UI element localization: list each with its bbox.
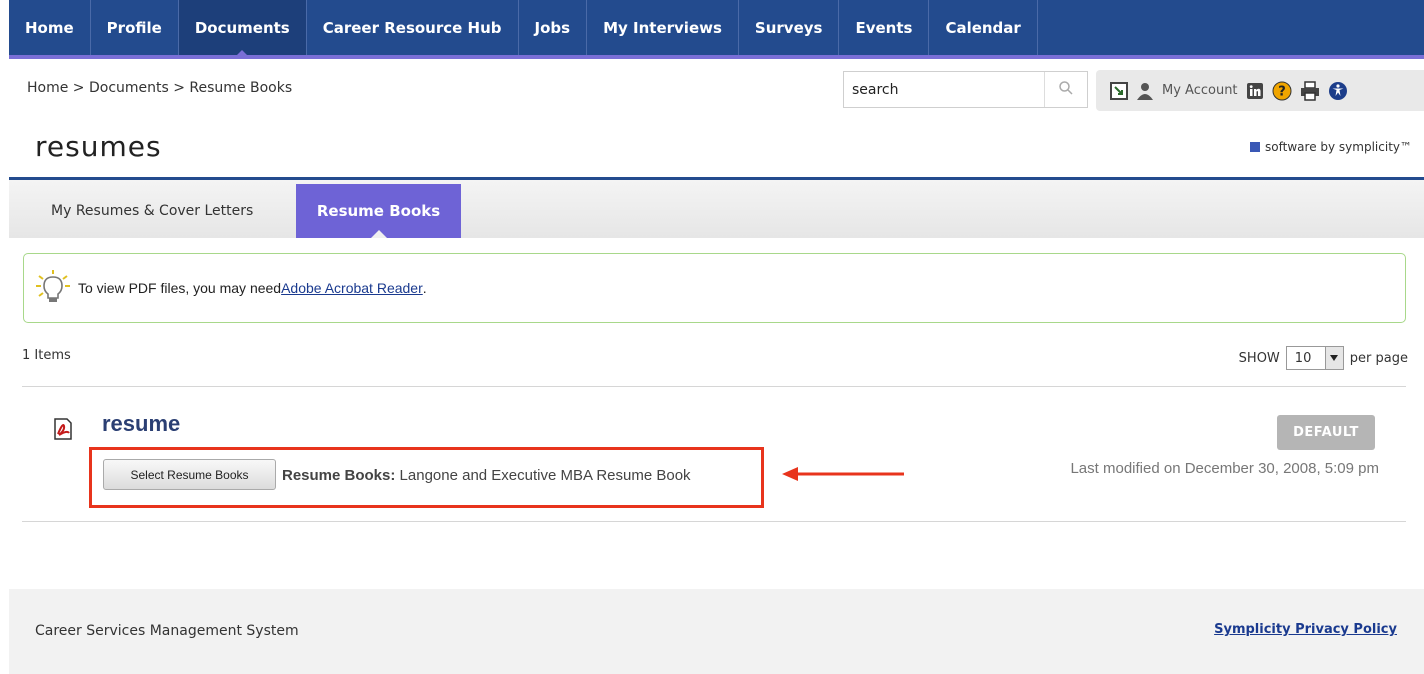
- tab-bar: My Resumes & Cover Letters Resume Books: [9, 180, 1424, 238]
- nav-events[interactable]: Events: [839, 0, 930, 55]
- per-page-label: per page: [1349, 350, 1408, 366]
- items-count: 1 Items: [22, 348, 71, 363]
- nav-jobs[interactable]: Jobs: [519, 0, 588, 55]
- nav-surveys[interactable]: Surveys: [739, 0, 840, 55]
- nav-career-resource-hub[interactable]: Career Resource Hub: [307, 0, 519, 55]
- footer-system-name: Career Services Management System: [35, 623, 299, 639]
- annotation-highlight-box: [89, 447, 764, 508]
- page-title: resumes: [35, 130, 162, 163]
- tab-my-resumes-cover-letters[interactable]: My Resumes & Cover Letters: [35, 184, 269, 238]
- accessibility-icon[interactable]: [1328, 81, 1348, 101]
- brand-square-icon: [1250, 142, 1261, 152]
- nav-home[interactable]: Home: [9, 0, 91, 55]
- nav-profile[interactable]: Profile: [91, 0, 179, 55]
- svg-text:?: ?: [1278, 84, 1286, 99]
- import-icon[interactable]: [1110, 81, 1128, 100]
- user-icon: [1136, 82, 1154, 100]
- acrobat-reader-link[interactable]: Adobe Acrobat Reader: [281, 280, 423, 296]
- show-label: SHOW: [1238, 350, 1280, 366]
- per-page-value: 10: [1294, 350, 1312, 366]
- brand-label: software by symplicity™: [1250, 140, 1412, 154]
- per-page-select[interactable]: 10: [1285, 346, 1344, 370]
- per-page-control: SHOW 10 per page: [1239, 346, 1408, 370]
- top-nav: Home Profile Documents Career Resource H…: [9, 0, 1424, 59]
- utility-bar: My Account ?: [1096, 70, 1424, 111]
- search-input[interactable]: [844, 73, 1044, 106]
- help-icon[interactable]: ?: [1272, 81, 1292, 101]
- footer: Career Services Management System Sympli…: [9, 589, 1424, 674]
- breadcrumb[interactable]: Home > Documents > Resume Books: [27, 80, 292, 96]
- default-badge-button[interactable]: DEFAULT: [1277, 415, 1375, 450]
- my-account-link[interactable]: My Account: [1162, 83, 1238, 98]
- resume-title-link[interactable]: resume: [102, 411, 180, 437]
- nav-documents[interactable]: Documents: [178, 0, 307, 59]
- breadcrumb-text[interactable]: Home > Documents > Resume Books: [27, 80, 292, 96]
- pdf-notice: To view PDF files, you may need Adobe Ac…: [23, 253, 1406, 323]
- print-icon[interactable]: [1300, 80, 1320, 101]
- linkedin-icon[interactable]: [1246, 82, 1264, 100]
- list-top-divider: [22, 386, 1406, 387]
- list-bottom-divider: [22, 521, 1406, 522]
- notice-text: To view PDF files, you may need: [78, 280, 282, 296]
- brand-text: software by symplicity™: [1265, 140, 1412, 154]
- annotation-arrow-icon: [782, 465, 906, 487]
- search-box: [843, 71, 1088, 108]
- tab-resume-books[interactable]: Resume Books: [296, 184, 461, 238]
- nav-my-interviews[interactable]: My Interviews: [587, 0, 739, 55]
- chevron-down-icon: [1324, 347, 1343, 369]
- search-icon: [1058, 80, 1074, 100]
- lightbulb-icon: [34, 269, 72, 307]
- pdf-icon: [52, 418, 74, 444]
- notice-suffix: .: [422, 280, 427, 296]
- last-modified-text: Last modified on December 30, 2008, 5:09…: [1070, 460, 1379, 477]
- search-button[interactable]: [1044, 72, 1087, 107]
- privacy-policy-link[interactable]: Symplicity Privacy Policy: [1214, 622, 1397, 637]
- nav-calendar[interactable]: Calendar: [929, 0, 1038, 55]
